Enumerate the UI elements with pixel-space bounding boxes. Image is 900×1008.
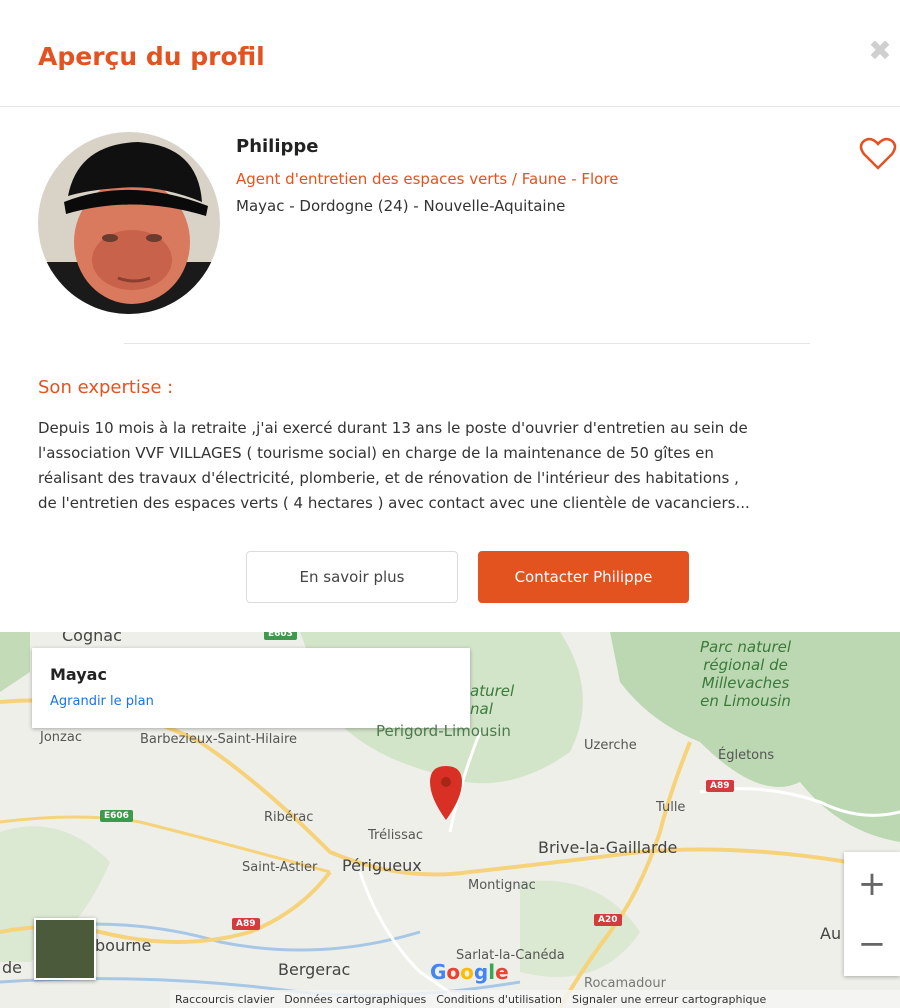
enlarge-map-link[interactable]: Agrandir le plan <box>50 694 154 709</box>
map-label-rocamadour: Rocamadour <box>584 976 666 991</box>
report-error-link[interactable]: Signaler une erreur cartographique <box>567 993 771 1006</box>
map-label-saint-astier: Saint-Astier <box>242 860 318 875</box>
map-label-jonzac: Jonzac <box>40 730 82 745</box>
map-label-bergerac: Bergerac <box>278 960 351 979</box>
expertise-text: Depuis 10 mois à la retraite ,j'ai exerc… <box>38 419 750 512</box>
road-shield-a89-east: A89 <box>706 780 734 792</box>
road-shield-e606: E606 <box>100 810 133 822</box>
google-logo: Google <box>430 960 509 984</box>
avatar <box>38 132 220 314</box>
map-label-perigueux: Périgueux <box>342 856 422 875</box>
zoom-in-button[interactable]: + <box>844 856 900 912</box>
map-label-trelissac: Trélissac <box>368 828 423 843</box>
map-data-link[interactable]: Données cartographiques <box>279 993 431 1006</box>
divider <box>124 343 810 344</box>
keyboard-shortcuts-link[interactable]: Raccourcis clavier <box>170 993 279 1006</box>
map-label-barbezieux: Barbezieux-Saint-Hilaire <box>140 732 298 747</box>
heart-icon[interactable] <box>858 136 898 172</box>
map-label-uzerche: Uzerche <box>584 738 637 753</box>
map-label-park-perigord-3: Perigord-Limousin <box>376 722 511 740</box>
map-label-cognac: Cognac <box>62 632 122 645</box>
road-shield-e603: E603 <box>264 632 297 640</box>
map-label-aurillac: Au <box>820 924 842 943</box>
map-label-riberac: Ribérac <box>264 810 314 825</box>
map-attribution: Raccourcis clavier Données cartographiqu… <box>170 990 900 1008</box>
map-label-brive: Brive-la-Gaillarde <box>538 838 678 857</box>
profile-name: Philippe <box>236 136 319 157</box>
more-info-button[interactable]: En savoir plus <box>246 551 458 603</box>
map-label-de: de <box>2 958 22 977</box>
map[interactable]: Mayac Agrandir le plan Cognac Jonzac Bar… <box>0 632 900 1008</box>
map-label-libourne: bourne <box>95 936 152 955</box>
terms-link[interactable]: Conditions d'utilisation <box>431 993 567 1006</box>
satellite-toggle[interactable] <box>34 918 96 980</box>
zoom-out-button[interactable]: − <box>844 916 900 972</box>
map-label-egletons: Égletons <box>718 748 775 763</box>
road-shield-a20: A20 <box>594 914 622 926</box>
profile-location: Mayac - Dordogne (24) - Nouvelle-Aquitai… <box>236 197 566 215</box>
profile-job: Agent d'entretien des espaces verts / Fa… <box>236 170 619 188</box>
zoom-control: + − <box>844 852 900 976</box>
map-label-park-perigord-2: nal <box>470 700 493 718</box>
expertise-title: Son expertise : <box>38 377 174 398</box>
contact-button[interactable]: Contacter Philippe <box>478 551 689 603</box>
map-label-tulle: Tulle <box>656 800 686 815</box>
map-place-name: Mayac <box>50 665 107 684</box>
map-label-montignac: Montignac <box>468 878 536 893</box>
map-place-card: Mayac Agrandir le plan <box>32 648 470 728</box>
map-label-park-millevaches: Parc naturel régional de Millevaches en … <box>700 638 792 710</box>
modal-title: Aperçu du profil <box>38 42 265 71</box>
close-icon[interactable]: ✖ <box>865 36 895 66</box>
road-shield-a89-west: A89 <box>232 918 260 930</box>
modal-header: Aperçu du profil ✖ <box>0 0 900 107</box>
map-label-park-perigord-1: aturel <box>470 682 515 700</box>
